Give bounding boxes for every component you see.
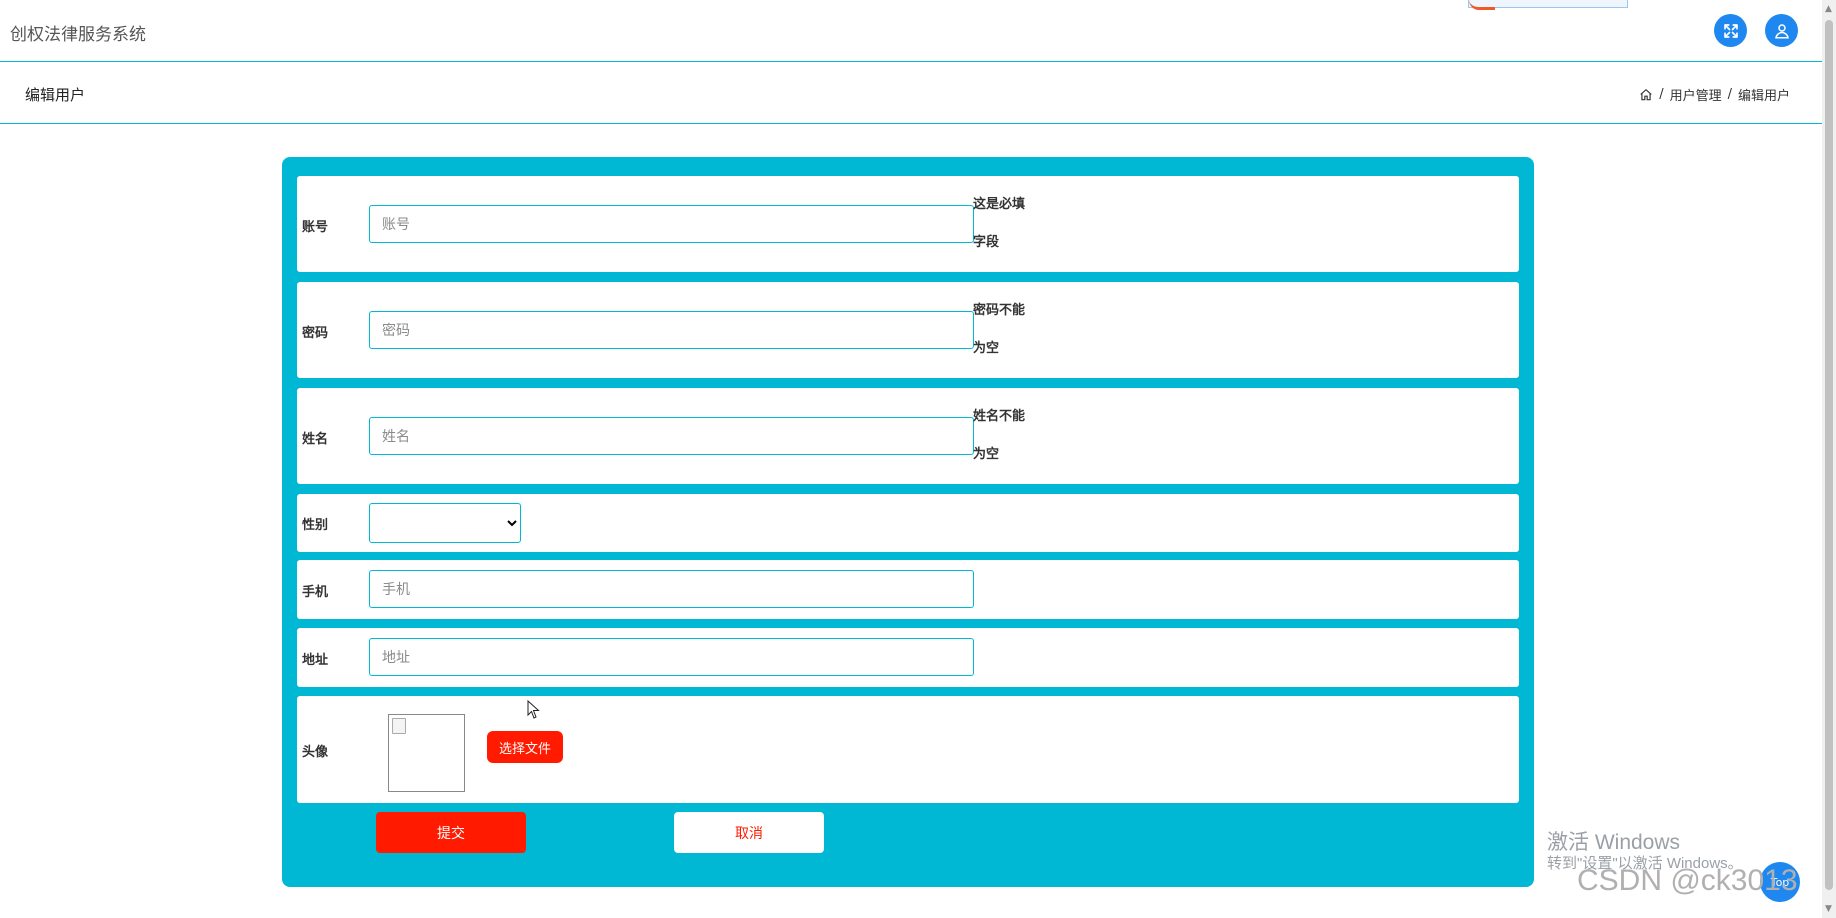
home-icon[interactable] <box>1639 88 1653 102</box>
fullscreen-button[interactable] <box>1714 14 1747 47</box>
scroll-down-arrow-icon[interactable]: ▼ <box>1825 904 1832 914</box>
name-label: 姓名 <box>302 432 329 447</box>
name-input[interactable] <box>369 417 974 455</box>
password-input[interactable] <box>369 311 974 349</box>
address-input[interactable] <box>369 638 974 676</box>
avatar-label: 头像 <box>302 745 329 760</box>
ime-toolbar-fragment <box>1468 0 1628 10</box>
account-input[interactable] <box>369 205 974 243</box>
breadcrumb-separator: / <box>1659 87 1664 102</box>
account-row: 账号 这是必填 字段 <box>297 176 1519 272</box>
app-title: 创权法律服务系统 <box>10 25 146 45</box>
breadcrumb-separator: / <box>1727 87 1732 102</box>
password-hint-line2: 为空 <box>973 341 1000 356</box>
page-title: 编辑用户 <box>25 86 86 104</box>
cancel-button[interactable]: 取消 <box>674 812 824 853</box>
password-row: 密码 密码不能 为空 <box>297 282 1519 378</box>
user-menu-button[interactable] <box>1765 14 1798 47</box>
top-header: 创权法律服务系统 <box>0 0 1822 62</box>
avatar-preview-image <box>388 714 465 792</box>
csdn-watermark: CSDN @ck3013 <box>1577 864 1798 897</box>
breadcrumb-current: 编辑用户 <box>1737 89 1790 104</box>
choose-file-button[interactable]: 选择文件 <box>487 731 563 763</box>
breadcrumb-parent[interactable]: 用户管理 <box>1670 85 1722 104</box>
account-hint-line1: 这是必填 <box>973 197 1026 212</box>
page-header: 编辑用户 / 用户管理 / 编辑用户 <box>0 62 1822 124</box>
password-label: 密码 <box>302 326 329 341</box>
gender-label: 性别 <box>302 518 329 533</box>
name-hint-line1: 姓名不能 <box>973 409 1026 424</box>
breadcrumb: / 用户管理 / 编辑用户 <box>1639 85 1790 104</box>
name-row: 姓名 姓名不能 为空 <box>297 388 1519 484</box>
phone-row: 手机 <box>297 560 1519 619</box>
expand-arrows-icon <box>1723 23 1738 38</box>
gender-row: 性别 <box>297 494 1519 552</box>
name-hint-line2: 为空 <box>973 447 1000 462</box>
phone-input[interactable] <box>369 570 974 608</box>
account-hint-line2: 字段 <box>973 235 1000 250</box>
gender-select[interactable] <box>369 503 521 543</box>
mouse-cursor-icon <box>527 700 540 719</box>
address-row: 地址 <box>297 628 1519 687</box>
submit-button[interactable]: 提交 <box>376 812 526 853</box>
phone-label: 手机 <box>302 585 329 600</box>
password-hint-line1: 密码不能 <box>973 303 1026 318</box>
edit-user-form: 账号 这是必填 字段 密码 密码不能 为空 姓名 姓名不能 为空 性别 手机 地… <box>282 157 1534 887</box>
account-label: 账号 <box>302 220 329 235</box>
page-scrollbar[interactable]: ▲ ▼ <box>1822 0 1836 918</box>
scroll-up-arrow-icon[interactable]: ▲ <box>1825 4 1832 14</box>
user-icon <box>1774 23 1789 38</box>
scroll-thumb[interactable] <box>1825 20 1833 890</box>
address-label: 地址 <box>302 653 329 668</box>
avatar-row: 头像 选择文件 <box>297 696 1519 803</box>
